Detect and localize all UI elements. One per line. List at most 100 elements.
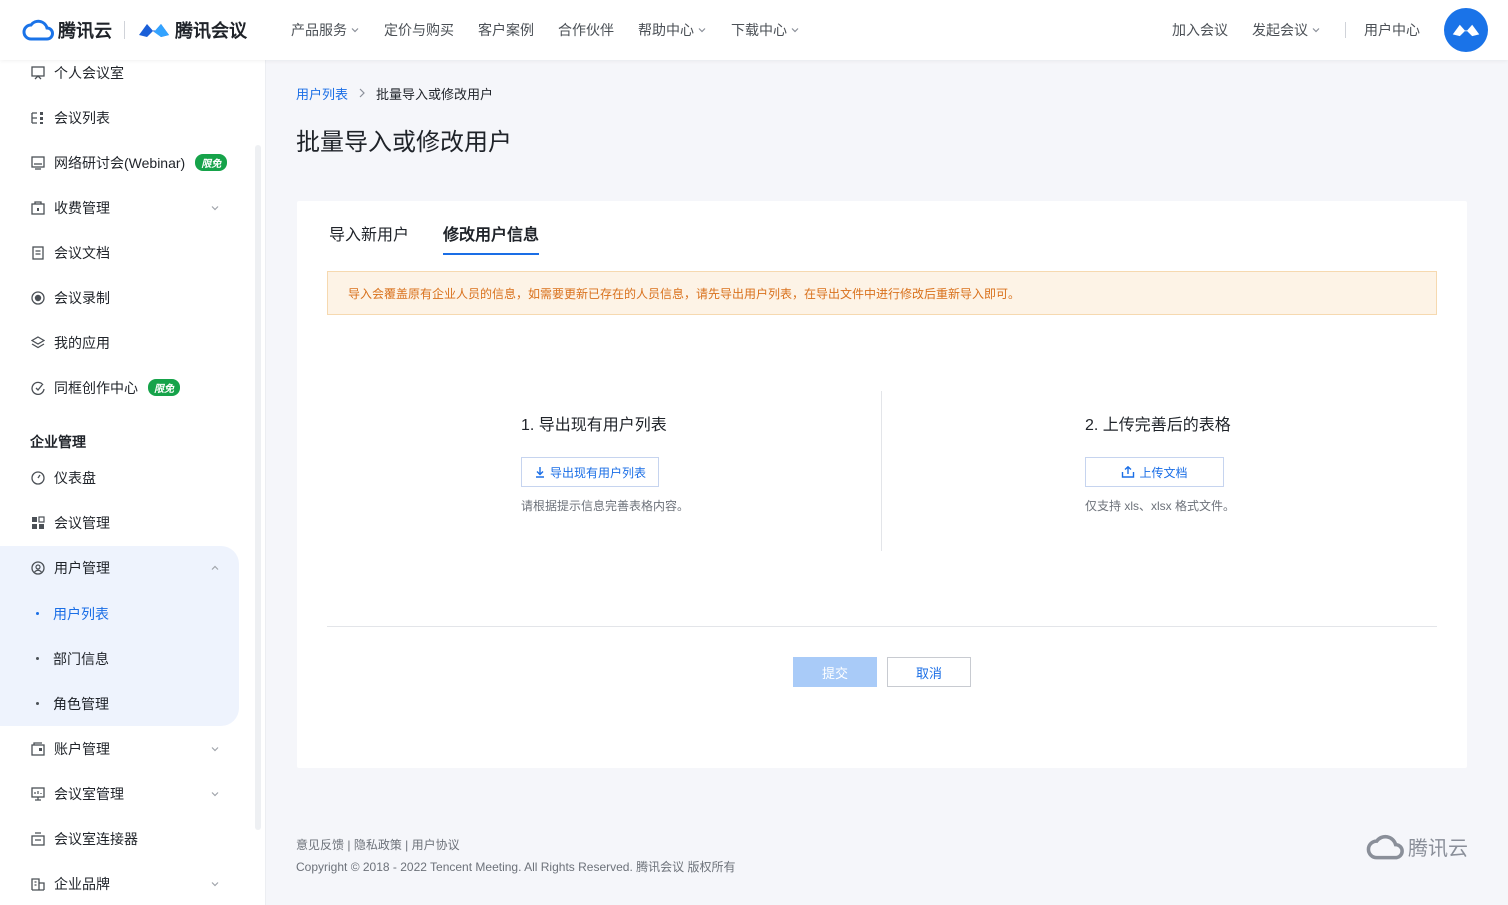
tencent-meeting-logo[interactable]: 腾讯会议 [137,17,247,43]
billing-icon [30,200,46,216]
sidebar-item-label: 账户管理 [54,740,110,757]
sidebar-item-documents[interactable]: 会议文档 [0,230,240,275]
nav-download[interactable]: 下载中心 [731,20,800,40]
free-badge: 限免 [195,154,228,171]
top-header: 腾讯云 腾讯会议 产品服务 定价与购买 客户案例 合作伙伴 帮助中心 下载中心 … [0,0,1508,60]
upload-icon [1122,466,1135,478]
sidebar-item-label: 会议录制 [54,289,110,306]
upload-button-label: 上传文档 [1139,465,1188,480]
sidebar-item-meeting-list[interactable]: 会议列表 [0,95,240,140]
privacy-link[interactable]: 隐私政策 [354,838,402,852]
header-actions: 加入会议 发起会议 用户中心 [1172,8,1508,52]
sidebar-item-brand[interactable]: 企业品牌 [0,861,240,905]
upload-document-button[interactable]: 上传文档 [1085,457,1224,487]
logo-meeting-text: 腾讯会议 [175,21,247,41]
chevron-down-icon [211,791,219,796]
warning-notice: 导入会覆盖原有企业人员的信息，如需要更新已存在的人员信息，请先导出用户列表，在导… [327,271,1437,315]
cloud-logo-icon [22,19,54,41]
step-upload: 2. 上传完善后的表格 上传文档 仅支持 xls、xlsx 格式文件。 [1085,411,1235,514]
nav-label: 定价与购买 [384,22,454,38]
tab-import-new-users[interactable]: 导入新用户 [329,221,409,255]
vertical-divider [881,391,882,551]
feedback-link[interactable]: 意见反馈 [296,838,344,852]
nav-label: 合作伙伴 [558,22,614,38]
tencent-cloud-logo[interactable]: 腾讯云 [22,17,112,43]
download-icon [536,467,544,478]
sidebar-subitem-label: 角色管理 [53,695,109,712]
nav-label: 产品服务 [291,22,347,38]
join-meeting-label: 加入会议 [1172,22,1228,38]
footer-tencent-cloud-logo: 腾讯云 [1366,832,1468,861]
start-meeting-dropdown[interactable]: 发起会议 [1252,20,1321,40]
user-manage-icon [30,560,46,576]
step-upload-hint: 仅支持 xls、xlsx 格式文件。 [1085,499,1236,513]
bullet-dot [36,657,39,660]
main-nav: 产品服务 定价与购买 客户案例 合作伙伴 帮助中心 下载中心 [291,20,824,40]
main-content: 用户列表 批量导入或修改用户 批量导入或修改用户 导入新用户 修改用户信息 导入… [266,60,1508,905]
apps-icon [30,335,46,351]
sidebar-subitem-department[interactable]: 部门信息 [0,636,240,681]
sidebar-scrollbar[interactable] [255,145,261,830]
sidebar-item-room-connector[interactable]: 会议室连接器 [0,816,240,861]
sidebar-item-label: 会议室管理 [54,785,124,802]
tab-bar: 导入新用户 修改用户信息 [329,221,573,255]
import-card: 导入新用户 修改用户信息 导入会覆盖原有企业人员的信息，如需要更新已存在的人员信… [297,201,1467,768]
cloud-logo-icon [1366,834,1404,859]
copyright-text: Copyright © 2018 - 2022 Tencent Meeting.… [296,860,736,874]
export-user-list-button[interactable]: 导出现有用户列表 [521,457,660,487]
sidebar-item-account[interactable]: 账户管理 [0,726,240,771]
sidebar-item-dashboard[interactable]: 仪表盘 [0,455,240,500]
brand-icon [30,876,46,892]
sidebar-subitem-roles[interactable]: 角色管理 [0,681,240,726]
sidebar-item-label: 同框创作中心 [54,379,138,396]
creation-icon [30,380,46,396]
start-meeting-label: 发起会议 [1252,22,1308,38]
chevron-up-icon [211,565,219,570]
free-badge: 限免 [148,379,180,396]
sidebar-subitem-label: 用户列表 [53,605,109,622]
step-export-hint: 请根据提示信息完善表格内容。 [521,499,690,513]
nav-pricing[interactable]: 定价与购买 [384,20,454,40]
agreement-link[interactable]: 用户协议 [412,838,460,852]
nav-label: 帮助中心 [638,22,694,38]
user-center-link[interactable]: 用户中心 [1364,20,1420,40]
sidebar-item-my-apps[interactable]: 我的应用 [0,320,240,365]
sidebar-item-label: 用户管理 [54,559,110,576]
webinar-icon [30,155,46,171]
sidebar-section-title: 企业管理 [30,434,86,450]
chevron-down-icon [211,746,219,751]
list-icon [30,110,46,126]
sidebar-subitem-user-list[interactable]: 用户列表 [0,591,240,636]
step-export: 1. 导出现有用户列表 导出现有用户列表 请根据提示信息完善表格内容。 [521,411,689,514]
sidebar-item-label: 仪表盘 [54,469,96,486]
join-meeting-link[interactable]: 加入会议 [1172,20,1228,40]
room-manage-icon [30,786,46,802]
nav-products[interactable]: 产品服务 [291,20,360,40]
tab-modify-user-info[interactable]: 修改用户信息 [443,221,540,255]
submit-button[interactable]: 提交 [793,657,877,687]
sidebar-item-label: 会议列表 [54,109,110,126]
nav-help[interactable]: 帮助中心 [638,20,707,40]
document-icon [30,245,46,261]
sidebar-item-webinar[interactable]: 网络研讨会(Webinar) 限免 [0,140,240,185]
nav-partners[interactable]: 合作伙伴 [558,20,614,40]
step-export-title: 1. 导出现有用户列表 [521,417,667,434]
sidebar-item-label: 企业品牌 [54,875,110,892]
avatar[interactable] [1444,8,1488,52]
sidebar-item-meeting-manage[interactable]: 会议管理 [0,500,240,545]
sidebar-item-room-manage[interactable]: 会议室管理 [0,771,240,816]
sidebar-item-user-manage[interactable]: 用户管理 [0,545,240,590]
cancel-button[interactable]: 取消 [887,657,971,687]
chevron-down-icon [698,28,706,33]
dashboard-icon [30,470,46,486]
breadcrumb-current: 批量导入或修改用户 [376,87,494,102]
breadcrumb-user-list-link[interactable]: 用户列表 [296,84,348,103]
sidebar-item-label: 网络研讨会(Webinar) [54,154,186,171]
nav-cases[interactable]: 客户案例 [478,20,534,40]
sidebar-item-recording[interactable]: 会议录制 [0,275,240,320]
meeting-logo-icon [139,24,169,37]
sidebar-item-creation-center[interactable]: 同框创作中心 限免 [0,365,240,410]
sidebar-item-billing[interactable]: 收费管理 [0,185,240,230]
grid-icon [30,515,46,531]
sidebar-item-label: 我的应用 [54,334,110,351]
